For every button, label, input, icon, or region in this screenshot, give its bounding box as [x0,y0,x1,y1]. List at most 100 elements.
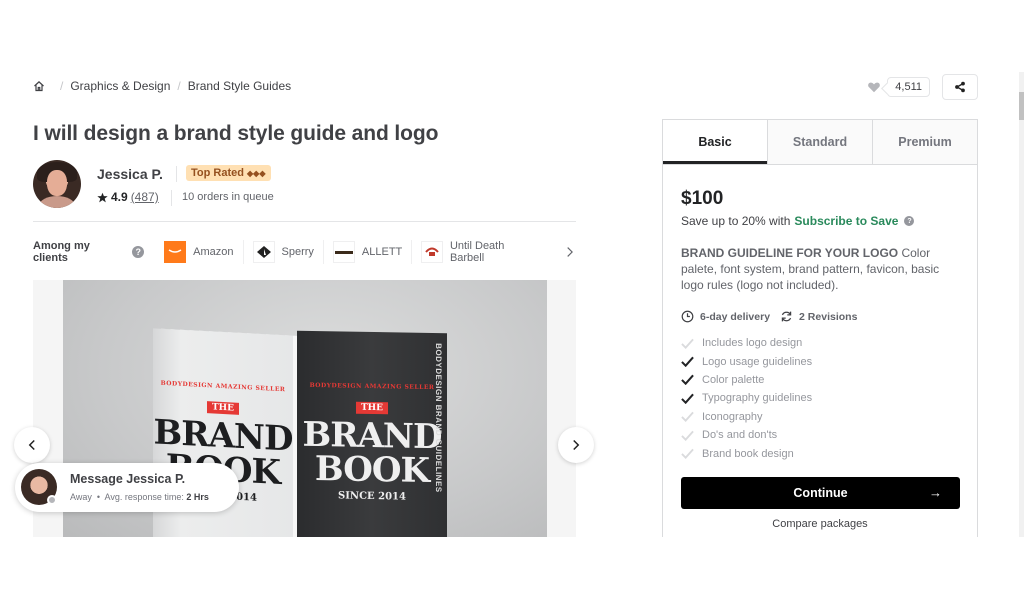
star-icon [97,192,108,202]
rating-score: 4.9 [111,190,128,204]
message-seller-button[interactable]: Message Jessica P. Away • Avg. response … [15,463,239,512]
badge-label: Top Rated [191,167,244,179]
feature-item: Logo usage guidelines [681,352,812,370]
package-price: $100 [681,188,724,209]
chevron-left-icon [28,439,35,451]
share-button[interactable] [942,74,978,100]
home-icon[interactable] [33,80,45,92]
book-black: BODYDESIGN AMAZING SELLER THE BRAND BOOK… [297,330,447,537]
description-title: BRAND GUIDELINE FOR YOUR LOGO [681,246,899,260]
seller-avatar[interactable] [33,160,81,208]
response-time-value: 2 Hrs [186,492,209,502]
package-tabs: Basic Standard Premium [663,120,977,165]
book-arc-text: BODYDESIGN AMAZING SELLER [160,379,286,394]
check-icon [681,430,694,441]
revisions: 2 Revisions [780,310,857,323]
breadcrumb: / Graphics & Design / Brand Style Guides [33,79,291,93]
book-the-label: THE [355,401,389,415]
save-text: Save up to 20% with [681,214,791,228]
client-amazon[interactable]: Amazon [164,240,244,264]
help-icon[interactable]: ? [132,246,145,258]
continue-button[interactable]: Continue → [681,477,960,509]
share-icon [955,81,965,93]
breadcrumb-separator: / [177,79,181,93]
compare-packages-link[interactable]: Compare packages [663,518,977,530]
chevron-right-icon [573,439,580,451]
feature-item: Do's and don'ts [681,426,812,444]
book-the-label: THE [206,401,240,415]
client-name: Amazon [193,246,234,258]
feature-label: Typography guidelines [702,392,813,405]
check-icon [681,375,694,386]
check-icon [681,411,694,423]
book-spine: BODYDESIGN BRAND GUIDELINES [434,343,443,493]
allett-logo [332,241,355,263]
client-name: Until Death Barbell [449,240,505,264]
client-until-death-barbell[interactable]: Until Death Barbell [421,240,549,264]
message-title: Message Jessica P. [70,472,186,486]
tab-basic[interactable]: Basic [663,120,767,164]
delivery-label: 6-day delivery [700,310,771,323]
subscribe-save-line: Save up to 20% with Subscribe to Save ? [681,214,961,228]
feature-item: Color palette [681,371,812,389]
client-name: Sperry [281,246,314,258]
seller-name[interactable]: Jessica P. [97,166,163,182]
gallery-next-button[interactable] [558,427,594,463]
feature-list: Includes logo design Logo usage guidelin… [681,334,812,463]
breadcrumb-graphics-design[interactable]: Graphics & Design [70,79,170,93]
feature-item: Iconography [681,408,812,426]
feature-label: Includes logo design [702,337,803,350]
sperry-logo [252,241,275,263]
divider [171,190,172,206]
check-icon [681,356,694,368]
until-death-barbell-logo [421,241,443,263]
tab-standard[interactable]: Standard [767,120,872,164]
book-the: THE [297,401,447,415]
package-panel: Basic Standard Premium $100 Save up to 2… [662,119,978,537]
seller-overview: Jessica P. Top Rated ◆◆◆ 4.9 (487) 10 or… [33,160,576,222]
heart-icon[interactable] [867,80,881,94]
package-pricing: $100 Save up to 20% with Subscribe to Sa… [681,188,961,228]
feature-label: Do's and don'ts [702,429,778,442]
seller-status: Away [70,492,92,502]
check-icon [681,393,694,404]
help-icon[interactable]: ? [904,216,915,226]
feature-label: Color palette [702,373,765,386]
feature-label: Iconography [702,410,763,423]
client-allett[interactable]: ALLETT [332,240,413,264]
message-status-line: Away • Avg. response time: 2 Hrs [70,492,209,502]
package-description: BRAND GUIDELINE FOR YOUR LOGO Color pale… [681,245,961,293]
client-sperry[interactable]: Sperry [252,240,324,264]
feature-label: Logo usage guidelines [702,355,813,368]
package-meta: 6-day delivery 2 Revisions [681,310,867,323]
delivery-time: 6-day delivery [681,310,770,323]
check-icon [681,448,694,460]
feature-label: Brand book design [702,447,794,460]
gallery-prev-button[interactable] [14,427,50,463]
tab-premium[interactable]: Premium [872,120,977,164]
client-name: ALLETT [361,246,403,258]
top-rated-badge: Top Rated ◆◆◆ [186,165,271,181]
diamond-icons: ◆◆◆ [247,169,266,178]
subscribe-to-save-link[interactable]: Subscribe to Save [794,214,898,228]
book-book: BOOK [314,449,430,491]
arrow-right-icon: → [929,485,942,500]
clock-icon [681,310,694,323]
revisions-label: 2 Revisions [799,310,858,323]
chevron-right-icon[interactable] [564,246,576,258]
check-icon [681,338,694,349]
breadcrumb-separator: / [60,79,64,93]
reviews-count-link[interactable]: (487) [131,190,159,204]
refresh-icon [781,311,792,322]
feature-item: Includes logo design [681,334,812,352]
scrollbar-thumb[interactable] [1019,92,1024,120]
orders-in-queue: 10 orders in queue [182,191,274,203]
clients-label: Among my clients [33,240,90,264]
continue-label: Continue [793,486,848,500]
away-status-dot [47,495,57,505]
book-arc-text: BODYDESIGN AMAZING SELLER [309,381,435,392]
breadcrumb-brand-style-guides[interactable]: Brand Style Guides [188,79,291,93]
page-scrollbar[interactable] [1019,72,1024,537]
divider [176,166,177,182]
seller-rating: 4.9 (487) [97,190,159,204]
